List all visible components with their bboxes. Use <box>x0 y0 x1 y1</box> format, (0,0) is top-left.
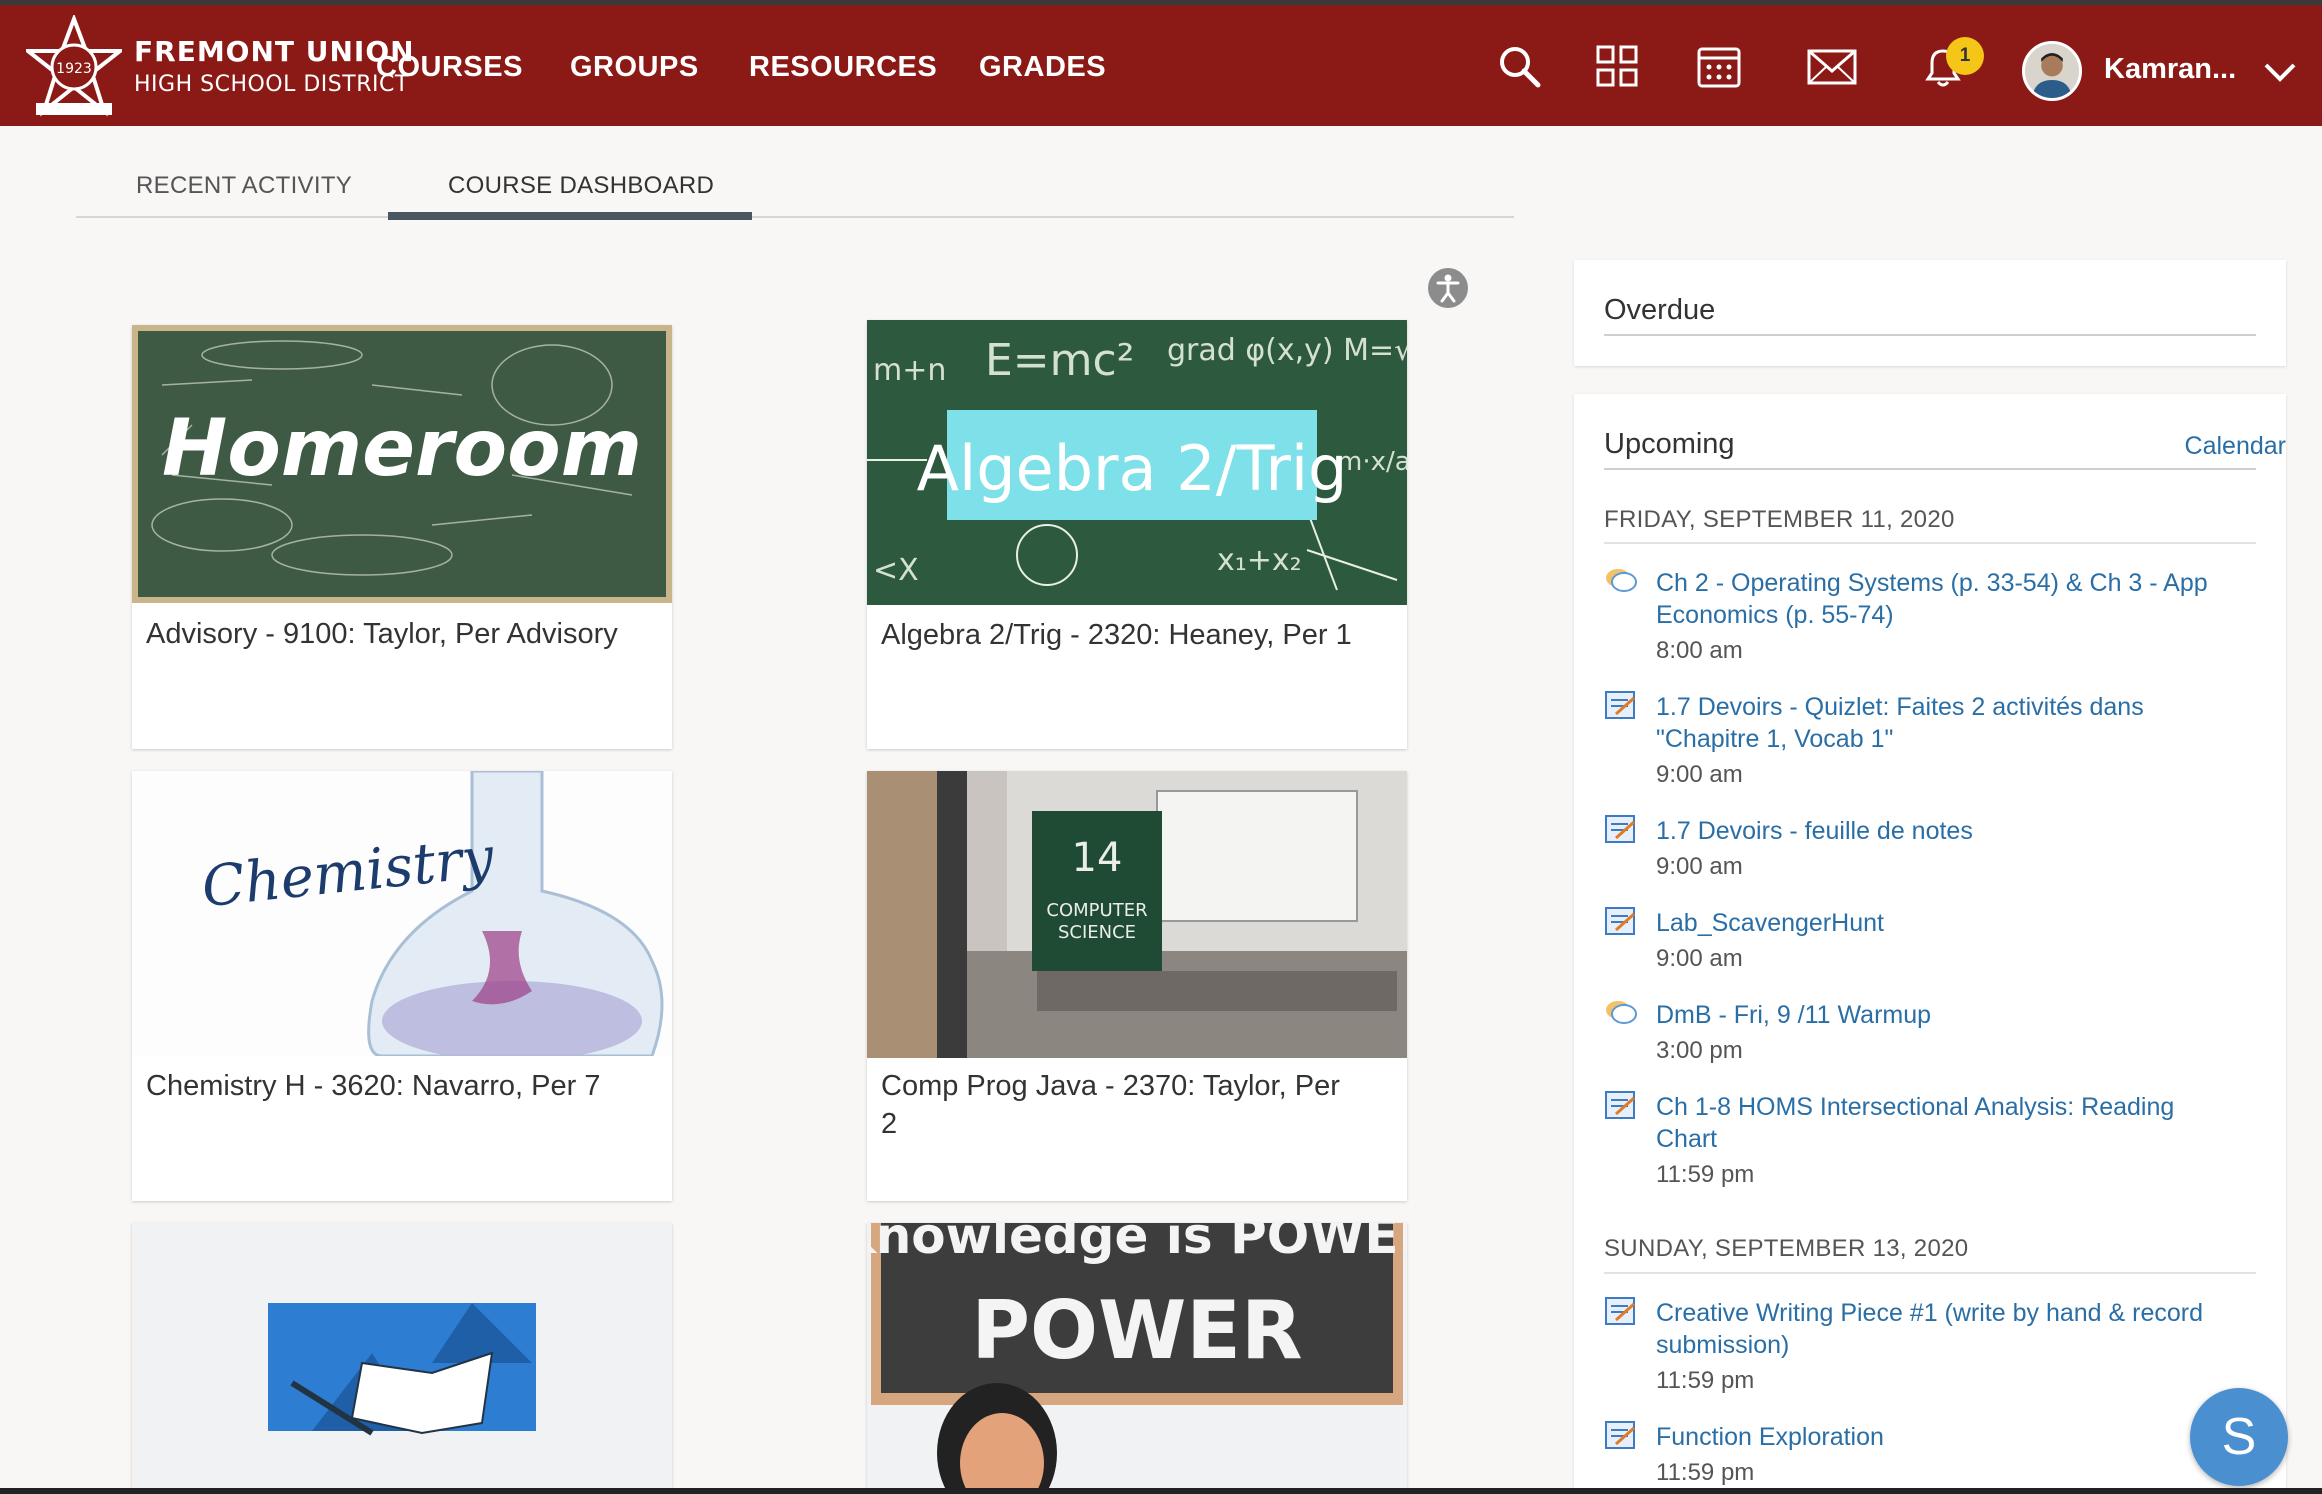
day-heading-1: FRIDAY, SEPTEMBER 11, 2020 <box>1604 506 1955 533</box>
course-title-java[interactable]: Comp Prog Java - 2370: Taylor, Per 2 <box>881 1067 1361 1143</box>
upcoming-heading: Upcoming <box>1604 428 1735 460</box>
course-image-text-knowledge: Knowledge is POWER <box>867 1223 1407 1265</box>
course-image-book <box>132 1223 672 1494</box>
svg-text:<X: <X <box>873 553 919 588</box>
svg-text:E=mc²: E=mc² <box>985 335 1134 386</box>
event-link[interactable]: Ch 2 - Operating Systems (p. 33-54) & Ch… <box>1656 567 2216 631</box>
nav-grades[interactable]: GRADES <box>979 51 1106 84</box>
event-link[interactable]: DmB - Fri, 9 /11 Warmup <box>1656 999 2216 1031</box>
event-time: 9:00 am <box>1656 761 1743 788</box>
course-card-chemistry[interactable]: Chemistry Chemistry H - 3620: Navarro, P… <box>132 771 672 1201</box>
event-time: 3:00 pm <box>1656 1037 1743 1064</box>
day-divider-1 <box>1604 542 2256 544</box>
search-icon[interactable] <box>1496 43 1542 89</box>
assignment-icon <box>1604 814 1638 844</box>
svg-text:x₁+x₂: x₁+x₂ <box>1217 543 1302 578</box>
assignment-icon <box>1604 1296 1638 1326</box>
nav-resources[interactable]: RESOURCES <box>749 51 937 84</box>
course-image-text-algebra: Algebra 2/Trig <box>917 432 1348 505</box>
course-card-6[interactable]: Knowledge is POWER POWER <box>867 1223 1407 1494</box>
district-name-line1: FREMONT UNION <box>134 35 415 68</box>
event-link[interactable]: Lab_ScavengerHunt <box>1656 907 2216 939</box>
assignment-icon <box>1604 1420 1638 1450</box>
discussion-icon <box>1604 566 1638 596</box>
course-title-chemistry[interactable]: Chemistry H - 3620: Navarro, Per 7 <box>146 1067 626 1105</box>
event-time: 8:00 am <box>1656 637 1743 664</box>
accessibility-icon[interactable] <box>1428 268 1468 308</box>
nav-groups[interactable]: GROUPS <box>570 51 699 84</box>
chat-button[interactable]: S <box>2190 1388 2288 1486</box>
event-link[interactable]: Creative Writing Piece #1 (write by hand… <box>1656 1297 2216 1361</box>
svg-text:1923: 1923 <box>56 61 92 77</box>
svg-text:14: 14 <box>1072 835 1123 881</box>
mail-icon[interactable] <box>1806 43 1858 89</box>
svg-text:m·x/a: m·x/a <box>1337 447 1407 477</box>
event-link[interactable]: 1.7 Devoirs - Quizlet: Faites 2 activité… <box>1656 691 2216 755</box>
district-logo-icon[interactable]: 1923 <box>22 13 126 119</box>
event-link[interactable]: 1.7 Devoirs - feuille de notes <box>1656 815 2216 847</box>
overdue-heading: Overdue <box>1604 294 1716 326</box>
avatar[interactable] <box>2022 41 2082 101</box>
tabs-divider <box>76 216 1514 218</box>
apps-grid-icon[interactable] <box>1594 43 1640 89</box>
svg-text:SCIENCE: SCIENCE <box>1058 922 1136 943</box>
calendar-link[interactable]: Calendar <box>2185 432 2286 461</box>
overdue-divider <box>1604 334 2256 336</box>
active-tab-indicator <box>388 212 752 220</box>
tab-recent-activity[interactable]: RECENT ACTIVITY <box>136 172 352 200</box>
event-time: 9:00 am <box>1656 853 1743 880</box>
chevron-down-icon[interactable] <box>2262 57 2298 85</box>
upcoming-divider <box>1604 468 2256 470</box>
discussion-icon <box>1604 998 1638 1028</box>
svg-text:COMPUTER: COMPUTER <box>1046 900 1147 921</box>
course-card-5[interactable] <box>132 1223 672 1494</box>
event-time: 11:59 pm <box>1656 1367 1755 1394</box>
svg-text:POWER: POWER <box>971 1284 1302 1377</box>
day-divider-2 <box>1604 1272 2256 1274</box>
course-image-chemistry: Chemistry <box>132 771 672 1061</box>
course-title-advisory[interactable]: Advisory - 9100: Taylor, Per Advisory <box>146 615 626 653</box>
course-card-java[interactable]: 14 COMPUTER SCIENCE Comp Prog Java - 237… <box>867 771 1407 1201</box>
event-link[interactable]: Function Exploration <box>1656 1421 2216 1453</box>
day-heading-2: SUNDAY, SEPTEMBER 13, 2020 <box>1604 1235 1969 1262</box>
district-name-line2: HIGH SCHOOL DISTRICT <box>134 72 409 97</box>
username[interactable]: Kamran... <box>2104 53 2236 86</box>
assignment-icon <box>1604 1090 1638 1120</box>
svg-text:grad φ(x,y) M=√: grad φ(x,y) M=√ <box>1167 333 1407 368</box>
course-card-algebra[interactable]: m+n E=mc² grad φ(x,y) M=√ <X x₁+x₂ m·x/a… <box>867 320 1407 749</box>
event-time: 11:59 pm <box>1656 1161 1755 1188</box>
top-navigation-bar: 1923 FREMONT UNION HIGH SCHOOL DISTRICT … <box>0 0 2322 126</box>
event-link[interactable]: Ch 1-8 HOMS Intersectional Analysis: Rea… <box>1656 1091 2216 1155</box>
course-image-homeroom: Homeroom <box>132 325 672 615</box>
calendar-icon[interactable] <box>1696 43 1742 89</box>
notification-badge: 1 <box>1946 37 1984 75</box>
district-name[interactable]: FREMONT UNION HIGH SCHOOL DISTRICT <box>134 35 415 97</box>
svg-text:m+n: m+n <box>873 353 946 388</box>
course-image-text-homeroom: Homeroom <box>162 404 642 494</box>
assignment-icon <box>1604 690 1638 720</box>
event-time: 9:00 am <box>1656 945 1743 972</box>
overdue-panel: Overdue <box>1574 260 2286 366</box>
course-title-algebra[interactable]: Algebra 2/Trig - 2320: Heaney, Per 1 <box>881 616 1361 654</box>
event-time: 11:59 pm <box>1656 1459 1755 1486</box>
tab-course-dashboard[interactable]: COURSE DASHBOARD <box>448 172 714 200</box>
screen-edge <box>0 1488 2322 1494</box>
course-image-algebra: m+n E=mc² grad φ(x,y) M=√ <X x₁+x₂ m·x/a… <box>867 320 1407 610</box>
course-image-computer-science: 14 COMPUTER SCIENCE <box>867 771 1407 1061</box>
course-image-knowledge: Knowledge is POWER POWER <box>867 1223 1407 1494</box>
nav-courses[interactable]: COURSES <box>376 51 523 84</box>
course-card-advisory[interactable]: Homeroom Advisory - 9100: Taylor, Per Ad… <box>132 325 672 749</box>
assignment-icon <box>1604 906 1638 936</box>
